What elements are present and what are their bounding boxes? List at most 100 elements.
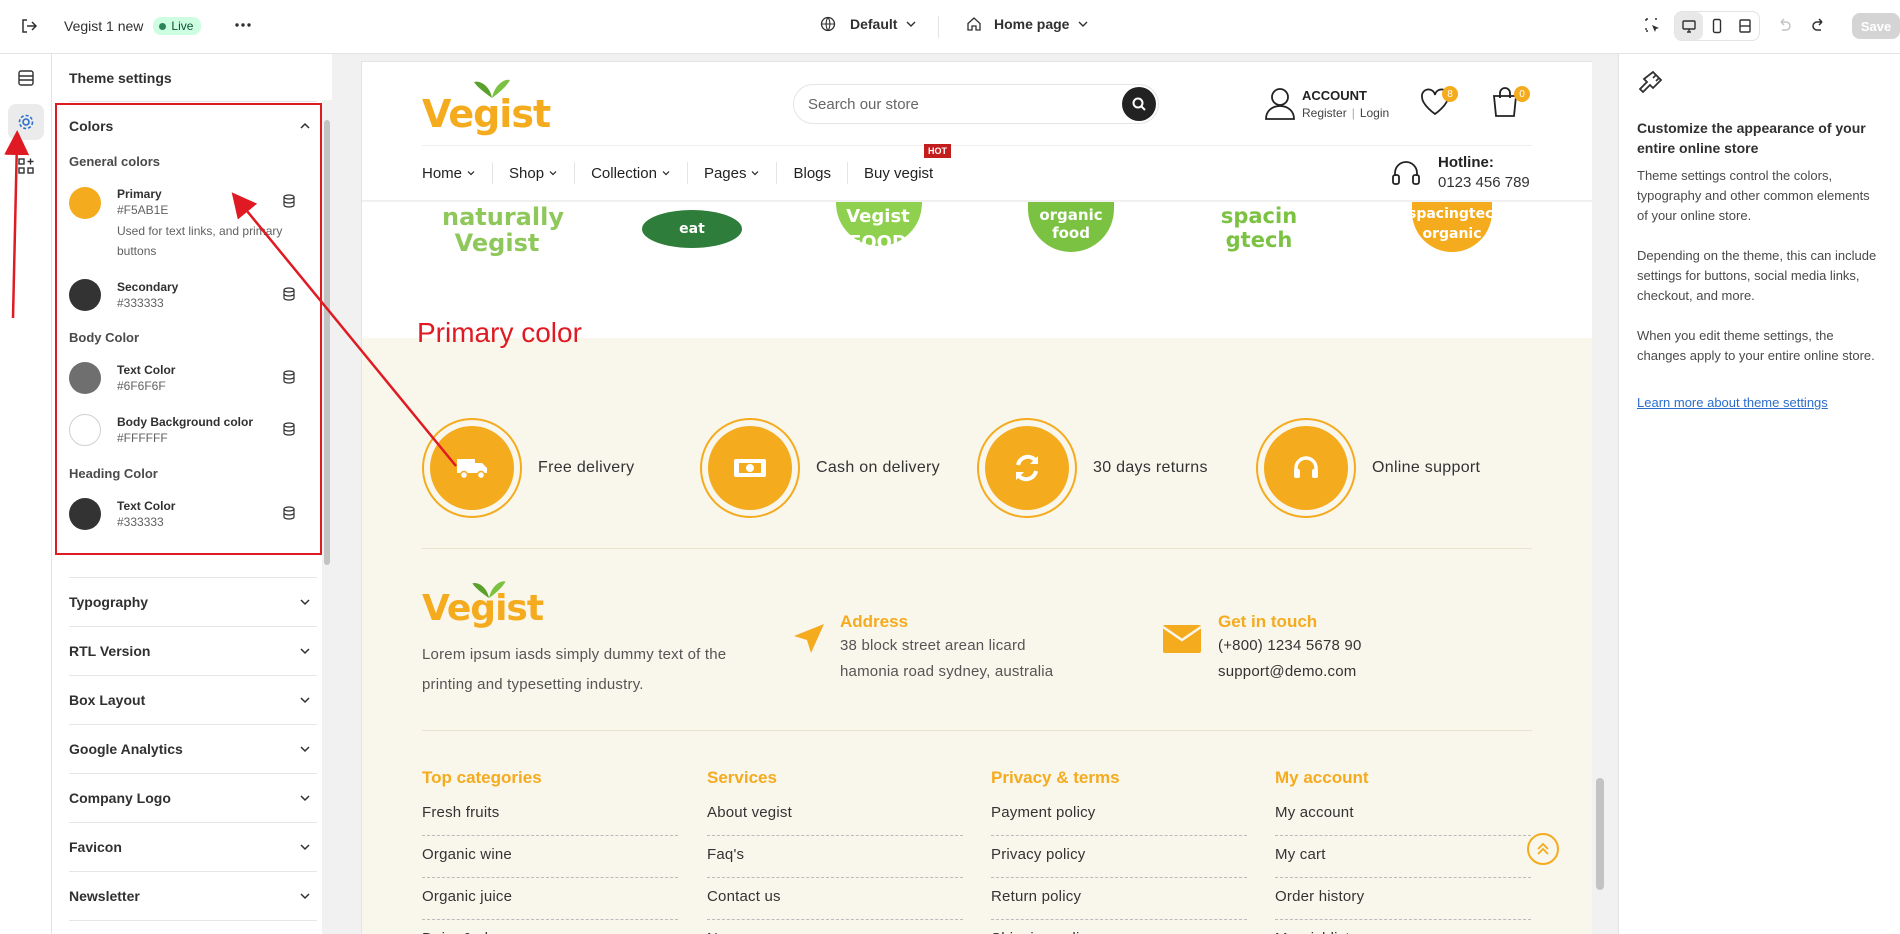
feature-label: Free delivery — [538, 459, 635, 476]
nav-label: Shop — [509, 164, 545, 182]
brand-logo[interactable]: naturally Vegist — [442, 204, 564, 256]
device-toggle-group — [1674, 11, 1760, 41]
section-favicon[interactable]: Favicon — [69, 822, 317, 871]
section-newsletter[interactable]: Newsletter — [69, 871, 317, 920]
user-icon[interactable] — [1264, 86, 1296, 120]
chevron-down-icon — [300, 697, 310, 704]
section-company-logo[interactable]: Company Logo — [69, 773, 317, 822]
footer-link[interactable]: My wishlist — [1275, 920, 1531, 934]
section-label: RTL Version — [69, 643, 151, 659]
live-dot-icon — [159, 22, 167, 30]
section-google-analytics[interactable]: Google Analytics — [69, 724, 317, 773]
footer-column-heading: Privacy & terms — [991, 768, 1120, 787]
hot-badge: HOT — [924, 144, 952, 158]
exit-icon[interactable] — [20, 17, 38, 35]
register-link[interactable]: Register — [1302, 106, 1347, 120]
primary-color-annotation: Primary color — [417, 317, 582, 348]
feature-cash-on-delivery: Cash on delivery — [700, 418, 940, 518]
divider — [422, 730, 1532, 731]
contact-email[interactable]: support@demo.com — [1218, 659, 1357, 685]
footer-link[interactable]: Organic juice — [422, 878, 678, 920]
section-box-layout[interactable]: Box Layout — [69, 675, 317, 724]
apps-icon[interactable] — [8, 148, 44, 184]
support-headset-icon — [1294, 456, 1318, 478]
page-selector[interactable]: Home page — [966, 16, 1089, 32]
footer-link[interactable]: Faq's — [707, 836, 963, 878]
inspector-icon[interactable] — [1644, 17, 1662, 35]
feature-label: 30 days returns — [1093, 459, 1208, 476]
double-chevron-up-icon — [1537, 842, 1549, 855]
search-icon[interactable] — [1122, 87, 1156, 121]
footer-link[interactable]: Privacy policy — [991, 836, 1247, 878]
footer-link[interactable]: Payment policy — [991, 794, 1247, 836]
undo-icon[interactable] — [1776, 17, 1792, 33]
cash-icon — [734, 459, 766, 477]
section-typography[interactable]: Typography — [69, 577, 317, 626]
footer-link[interactable]: About vegist — [707, 794, 963, 836]
redo-icon[interactable] — [1811, 17, 1827, 33]
brand-logo[interactable]: spacin gtech — [1214, 204, 1304, 252]
nav-item-shop[interactable]: Shop — [493, 162, 576, 184]
theme-settings-icon[interactable] — [8, 104, 44, 140]
footer-link[interactable]: Dairy & chesse — [422, 920, 678, 934]
chevron-down-icon — [300, 893, 310, 900]
sidebar-scroll-thumb[interactable] — [324, 120, 330, 565]
wishlist-count-badge: 8 — [1442, 86, 1458, 102]
sections-icon[interactable] — [8, 60, 44, 96]
nav-label: Pages — [703, 164, 747, 182]
feature-label: Cash on delivery — [816, 459, 940, 476]
annotation-highlight-box — [55, 103, 322, 555]
divider — [422, 548, 1532, 549]
footer-link[interactable]: Return policy — [991, 878, 1247, 920]
brand-logo[interactable]: spacingtech organic — [1408, 204, 1503, 244]
address-line: hamonia road sydney, australia — [840, 663, 1054, 680]
help-paragraph: When you edit theme settings, the change… — [1637, 328, 1875, 363]
contact-heading: Get in touch — [1218, 612, 1318, 631]
footer-link[interactable]: Fresh fruits — [422, 794, 678, 836]
login-link[interactable]: Login — [1360, 106, 1389, 120]
nav-label: Collection — [591, 164, 657, 182]
footer-link[interactable]: Order history — [1275, 878, 1531, 920]
cart-count-badge: 0 — [1514, 86, 1530, 102]
footer-link[interactable]: Shipping policy — [991, 920, 1247, 934]
contact-phone[interactable]: (+800) 1234 5678 90 — [1218, 633, 1362, 659]
scroll-to-top-button[interactable] — [1527, 833, 1559, 865]
left-rail — [0, 54, 52, 934]
footer-link[interactable]: My cart — [1275, 836, 1531, 878]
store-search[interactable]: Search our store — [793, 84, 1159, 124]
nav-item-pages[interactable]: Pages — [688, 162, 778, 184]
nav-item-blogs[interactable]: Blogs — [777, 162, 849, 184]
nav-item-buy-vegist[interactable]: Buy vegist HOT — [848, 144, 952, 184]
globe-icon — [820, 16, 836, 32]
theme-selector[interactable]: Default — [820, 16, 917, 32]
more-options-icon[interactable] — [234, 16, 252, 34]
envelope-icon — [1162, 625, 1202, 653]
nav-item-home[interactable]: Home — [422, 162, 494, 184]
brand-logo[interactable]: eat Spacingtech — [632, 216, 752, 268]
brand-logo[interactable]: Vegist FOOD — [828, 204, 928, 256]
account-label: ACCOUNT — [1302, 88, 1367, 103]
section-rtl-version[interactable]: RTL Version — [69, 626, 317, 675]
footer-column-heading: Services — [707, 768, 777, 787]
hotline-label: Hotline: — [1438, 154, 1494, 171]
chevron-down-icon — [300, 844, 310, 851]
brand-logo[interactable]: organic food — [1024, 206, 1118, 242]
chevron-down-icon — [300, 648, 310, 655]
footer-about-text: Lorem ipsum iasds simply dummy text of t… — [422, 646, 727, 693]
preview-scroll-thumb[interactable] — [1596, 778, 1604, 890]
learn-more-link[interactable]: Learn more about theme settings — [1637, 395, 1828, 410]
section-payment-icon[interactable]: Payment Icon — [69, 920, 317, 934]
nav-item-collection[interactable]: Collection — [575, 162, 688, 184]
save-button[interactable]: Save — [1852, 13, 1900, 39]
chevron-down-icon — [752, 171, 759, 176]
section-label: Google Analytics — [69, 741, 183, 757]
footer-link[interactable]: My account — [1275, 794, 1531, 836]
fullscreen-view-icon[interactable] — [1731, 12, 1759, 40]
leaf-logo-icon — [472, 581, 506, 599]
footer-link[interactable]: News — [707, 920, 963, 934]
footer-link[interactable]: Contact us — [707, 878, 963, 920]
footer-link[interactable]: Organic wine — [422, 836, 678, 878]
footer-column-heading: Top categories — [422, 768, 542, 787]
desktop-view-icon[interactable] — [1675, 12, 1703, 40]
mobile-view-icon[interactable] — [1703, 12, 1731, 40]
